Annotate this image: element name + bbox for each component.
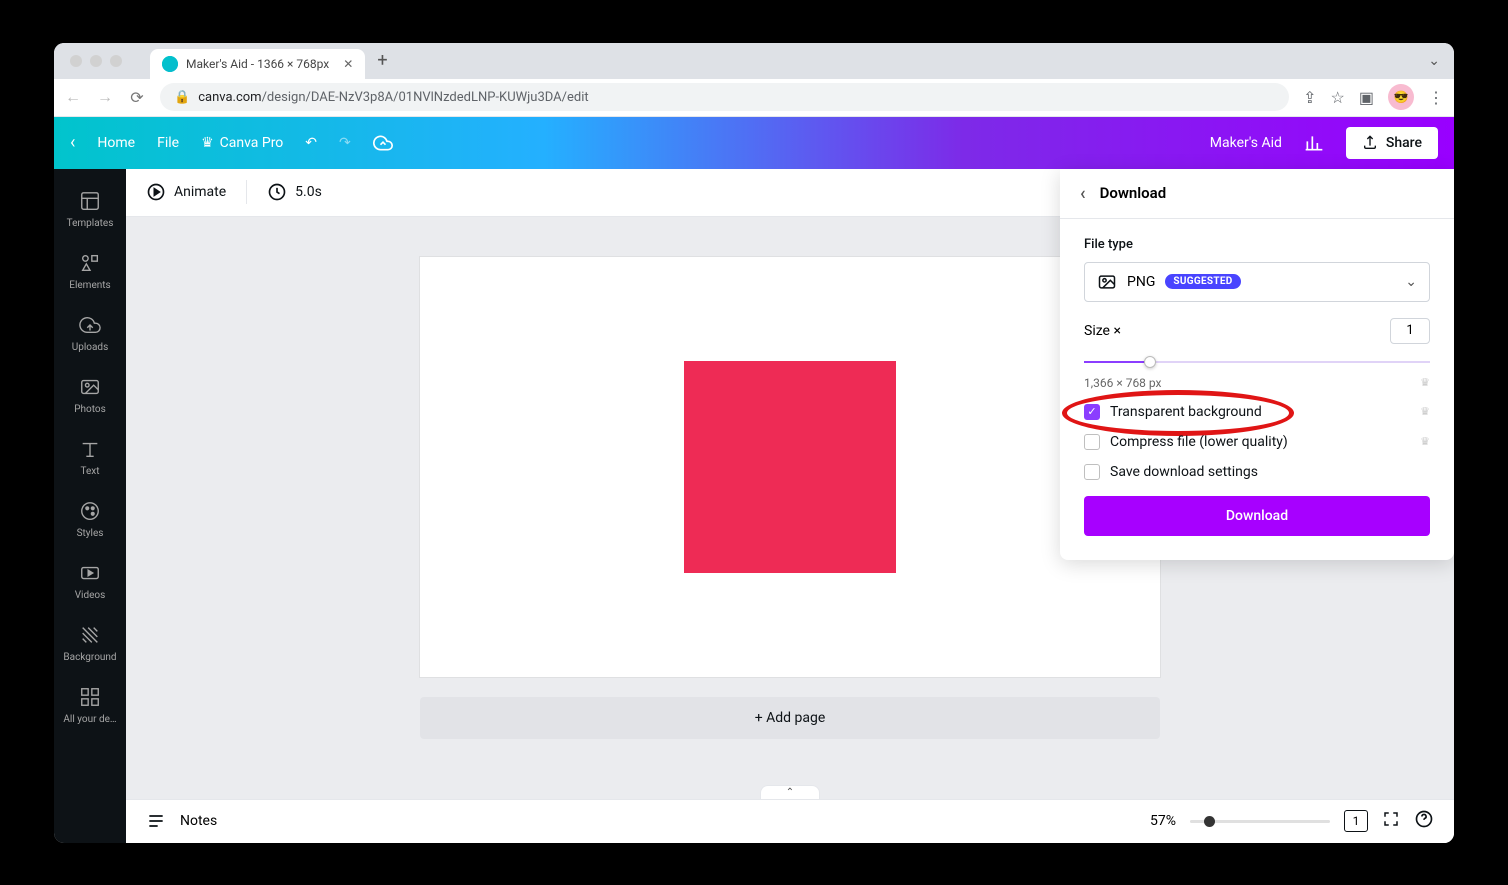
- save-settings-label: Save download settings: [1110, 464, 1258, 480]
- nav-all-designs[interactable]: All your de…: [54, 675, 126, 737]
- close-tab-icon[interactable]: ✕: [343, 57, 353, 71]
- cloud-sync-icon[interactable]: [373, 133, 393, 153]
- compress-label: Compress file (lower quality): [1110, 434, 1288, 450]
- download-panel-header: ‹ Download: [1060, 169, 1454, 219]
- file-menu[interactable]: File: [157, 135, 179, 151]
- zoom-value[interactable]: 57%: [1150, 813, 1176, 829]
- url-bar[interactable]: 🔒 canva.com/design/DAE-NzV3p8A/01NVlNzde…: [160, 83, 1289, 111]
- download-title: Download: [1100, 184, 1167, 202]
- compress-checkbox[interactable]: [1084, 434, 1100, 450]
- canva-pro-link[interactable]: ♛ Canva Pro: [201, 135, 283, 151]
- app-body: Templates Elements Uploads Photos Text S…: [54, 169, 1454, 843]
- document-name[interactable]: Maker's Aid: [1210, 135, 1282, 151]
- nav-uploads[interactable]: Uploads: [54, 303, 126, 365]
- new-tab-button[interactable]: +: [377, 50, 387, 71]
- canva-favicon-icon: [162, 56, 178, 72]
- nav-styles[interactable]: Styles: [54, 489, 126, 551]
- animate-button[interactable]: Animate: [146, 182, 226, 202]
- expand-timeline-button[interactable]: ⌃: [760, 785, 820, 799]
- tab-title: Maker's Aid - 1366 × 768px: [186, 57, 329, 71]
- nav-photos[interactable]: Photos: [54, 365, 126, 427]
- divider: [246, 180, 247, 204]
- bookmark-icon[interactable]: ☆: [1331, 88, 1345, 107]
- nav-background[interactable]: Background: [54, 613, 126, 675]
- artboard[interactable]: [420, 257, 1160, 677]
- chevron-down-icon: ⌄: [1405, 274, 1417, 290]
- size-label: Size ×: [1084, 323, 1121, 339]
- browser-tab[interactable]: Maker's Aid - 1366 × 768px ✕: [150, 49, 365, 79]
- app-header: ‹ Home File ♛ Canva Pro ↶ ↷ Maker's Aid …: [54, 117, 1454, 169]
- animate-label: Animate: [174, 184, 226, 200]
- transparent-bg-option[interactable]: ✓ Transparent background ♛: [1084, 404, 1430, 420]
- file-type-select[interactable]: PNG SUGGESTED ⌄: [1084, 262, 1430, 302]
- window-controls[interactable]: [62, 55, 130, 67]
- home-link[interactable]: Home: [97, 135, 135, 151]
- crown-icon: ♛: [1420, 435, 1430, 448]
- upload-icon: [1362, 135, 1378, 151]
- file-type-value: PNG: [1127, 274, 1155, 290]
- red-square-element[interactable]: [684, 361, 896, 573]
- panel-back-icon[interactable]: ‹: [1080, 183, 1086, 204]
- notes-button[interactable]: Notes: [180, 813, 217, 829]
- extensions-icon[interactable]: ▣: [1359, 88, 1374, 107]
- profile-avatar[interactable]: 😎: [1388, 84, 1414, 110]
- url-domain: canva.com: [198, 90, 261, 105]
- browser-window: Maker's Aid - 1366 × 768px ✕ + ⌄ ← → ⟳ 🔒…: [54, 43, 1454, 843]
- duration-button[interactable]: 5.0s: [267, 182, 322, 202]
- suggested-badge: SUGGESTED: [1165, 274, 1240, 289]
- nav-back-icon[interactable]: ←: [64, 87, 82, 107]
- nav-templates[interactable]: Templates: [54, 179, 126, 241]
- reload-icon[interactable]: ⟳: [128, 88, 146, 107]
- browser-tab-strip: Maker's Aid - 1366 × 768px ✕ + ⌄: [54, 43, 1454, 79]
- crown-icon: ♛: [1420, 376, 1430, 389]
- zoom-slider[interactable]: [1190, 820, 1330, 823]
- size-input[interactable]: [1390, 318, 1430, 344]
- share-label: Share: [1386, 135, 1422, 151]
- notes-icon[interactable]: [146, 811, 166, 831]
- save-settings-option[interactable]: Save download settings: [1084, 464, 1430, 480]
- nav-videos[interactable]: Videos: [54, 551, 126, 613]
- page-count-button[interactable]: 1: [1344, 810, 1368, 832]
- bottom-bar: Notes 57% 1: [126, 799, 1454, 843]
- undo-icon[interactable]: ↶: [305, 135, 317, 151]
- kebab-menu-icon[interactable]: ⋮: [1428, 88, 1444, 107]
- side-nav: Templates Elements Uploads Photos Text S…: [54, 169, 126, 843]
- file-type-label: File type: [1084, 237, 1430, 252]
- transparent-bg-checkbox[interactable]: ✓: [1084, 404, 1100, 420]
- share-browser-icon[interactable]: ⇪: [1303, 88, 1316, 107]
- crown-icon: ♛: [1420, 405, 1430, 418]
- size-slider[interactable]: [1084, 354, 1430, 370]
- header-back-icon[interactable]: ‹: [70, 132, 75, 153]
- clock-icon: [267, 182, 287, 202]
- canva-pro-label: Canva Pro: [220, 135, 284, 151]
- nav-elements[interactable]: Elements: [54, 241, 126, 303]
- crown-icon: ♛: [201, 135, 214, 151]
- lock-icon: 🔒: [174, 90, 190, 105]
- save-settings-checkbox[interactable]: [1084, 464, 1100, 480]
- animate-icon: [146, 182, 166, 202]
- editor-area: Animate 5.0s + Add page ‹ Download: [126, 169, 1454, 843]
- insights-icon[interactable]: [1304, 133, 1324, 153]
- image-icon: [1097, 272, 1117, 292]
- nav-text[interactable]: Text: [54, 427, 126, 489]
- dimensions-text: 1,366 × 768 px: [1084, 376, 1162, 390]
- compress-option[interactable]: Compress file (lower quality) ♛: [1084, 434, 1430, 450]
- add-page-button[interactable]: + Add page: [420, 697, 1160, 739]
- redo-icon[interactable]: ↷: [339, 135, 351, 151]
- help-icon[interactable]: [1414, 809, 1434, 833]
- download-panel: ‹ Download File type PNG SUGGESTED ⌄ Siz…: [1060, 169, 1454, 560]
- nav-forward-icon[interactable]: →: [96, 87, 114, 107]
- download-button[interactable]: Download: [1084, 496, 1430, 536]
- url-path: /design/DAE-NzV3p8A/01NVlNzdedLNP-KUWju3…: [262, 90, 589, 105]
- address-bar-row: ← → ⟳ 🔒 canva.com/design/DAE-NzV3p8A/01N…: [54, 79, 1454, 117]
- fullscreen-icon[interactable]: [1382, 810, 1400, 832]
- duration-value: 5.0s: [295, 184, 322, 200]
- transparent-bg-label: Transparent background: [1110, 404, 1262, 420]
- tabs-menu-icon[interactable]: ⌄: [1428, 53, 1440, 69]
- share-button[interactable]: Share: [1346, 127, 1438, 159]
